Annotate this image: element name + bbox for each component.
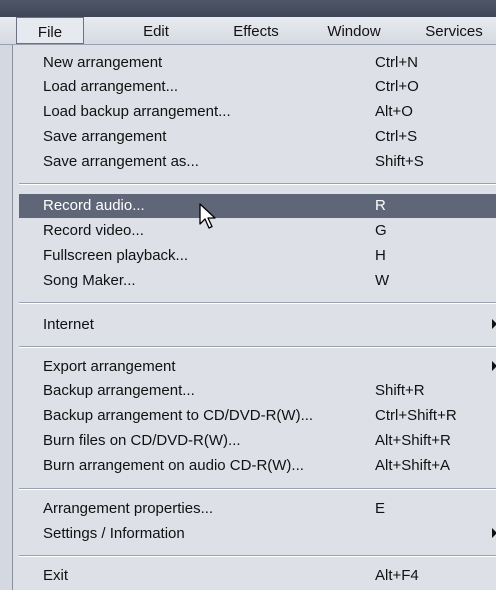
menu-item-label: Load backup arrangement...: [43, 103, 231, 120]
menu-item-shortcut: H: [375, 247, 386, 264]
menu-item-label: Record video...: [43, 222, 144, 239]
menu-item-exit[interactable]: Exit Alt+F4: [19, 564, 496, 588]
menu-item-label: Save arrangement: [43, 128, 167, 145]
menu-edit[interactable]: Edit: [126, 17, 186, 44]
menu-item-label: Internet: [43, 316, 94, 333]
menu-item-fullscreen-playback[interactable]: Fullscreen playback... H: [19, 244, 496, 268]
menu-item-shortcut: Alt+O: [375, 103, 413, 120]
menu-effects[interactable]: Effects: [220, 17, 292, 44]
menu-separator: [19, 183, 496, 185]
menu-item-export-arrangement[interactable]: Export arrangement: [19, 355, 496, 379]
menu-bar: File Edit Effects Window Services: [0, 17, 496, 45]
menu-item-save-arrangement[interactable]: Save arrangement Ctrl+S: [19, 125, 496, 149]
menu-item-shortcut: Ctrl+Shift+R: [375, 407, 457, 424]
mouse-pointer-icon: [199, 203, 216, 229]
menu-item-shortcut: Ctrl+N: [375, 54, 418, 71]
menu-item-label: Export arrangement: [43, 358, 176, 375]
menu-item-shortcut: Shift+S: [375, 153, 424, 170]
menu-item-label: Arrangement properties...: [43, 500, 214, 517]
menu-item-shortcut: Shift+R: [375, 382, 425, 399]
menu-item-new-arrangement[interactable]: New arrangement Ctrl+N: [19, 51, 496, 75]
menu-item-burn-files[interactable]: Burn files on CD/DVD-R(W)... Alt+Shift+R: [19, 429, 496, 453]
menu-item-label: Burn files on CD/DVD-R(W)...: [43, 432, 241, 449]
menu-item-shortcut: Alt+Shift+R: [375, 432, 451, 449]
menu-item-label: Save arrangement as...: [43, 153, 199, 170]
menu-separator: [19, 302, 496, 304]
menu-item-label: Exit: [43, 567, 69, 584]
window-titlebar: [0, 0, 496, 17]
menu-item-label: Burn arrangement on audio CD-R(W)...: [43, 457, 304, 474]
menu-item-label: Fullscreen playback...: [43, 247, 189, 264]
menu-item-shortcut: E: [375, 500, 386, 517]
menu-services[interactable]: Services: [412, 17, 496, 44]
menu-separator: [19, 488, 496, 490]
menu-item-arrangement-properties[interactable]: Arrangement properties... E: [19, 497, 496, 521]
menu-separator: [19, 555, 496, 557]
menu-separator: [19, 346, 496, 348]
menu-item-shortcut: Ctrl+O: [375, 78, 419, 95]
menu-item-shortcut: Alt+Shift+A: [375, 457, 451, 474]
menu-item-label: New arrangement: [43, 54, 163, 71]
menu-item-label: Backup arrangement to CD/DVD-R(W)...: [43, 407, 314, 424]
submenu-arrow-icon: [492, 319, 496, 329]
menu-item-load-arrangement[interactable]: Load arrangement... Ctrl+O: [19, 75, 496, 99]
menu-item-load-backup-arrangement[interactable]: Load backup arrangement... Alt+O: [19, 100, 496, 124]
menu-item-label: Backup arrangement...: [43, 382, 195, 399]
submenu-arrow-icon: [492, 528, 496, 538]
menu-item-settings-information[interactable]: Settings / Information: [19, 522, 496, 546]
menu-file[interactable]: File: [16, 17, 84, 44]
menu-item-shortcut: W: [375, 272, 390, 289]
menu-item-internet[interactable]: Internet: [19, 313, 496, 337]
file-menu-dropdown: New arrangement Ctrl+N Load arrangement.…: [12, 45, 496, 590]
menu-item-label: Song Maker...: [43, 272, 136, 289]
menu-item-shortcut: G: [375, 222, 387, 239]
menu-item-shortcut: Alt+F4: [375, 567, 419, 584]
menu-item-record-video[interactable]: Record video... G: [19, 219, 496, 243]
menu-window[interactable]: Window: [314, 17, 394, 44]
menu-item-song-maker[interactable]: Song Maker... W: [19, 269, 496, 293]
menu-item-record-audio[interactable]: Record audio... R: [19, 194, 496, 218]
menu-item-backup-arrangement[interactable]: Backup arrangement... Shift+R: [19, 379, 496, 403]
menu-item-burn-audio-cd[interactable]: Burn arrangement on audio CD-R(W)... Alt…: [19, 454, 496, 478]
menu-item-label: Settings / Information: [43, 525, 185, 542]
menu-item-backup-arrangement-to-cd[interactable]: Backup arrangement to CD/DVD-R(W)... Ctr…: [19, 404, 496, 428]
menu-item-save-arrangement-as[interactable]: Save arrangement as... Shift+S: [19, 150, 496, 174]
menu-item-label: Load arrangement...: [43, 78, 179, 95]
menu-item-shortcut: Ctrl+S: [375, 128, 418, 145]
menu-item-shortcut: R: [375, 197, 386, 214]
menu-item-label: Record audio...: [43, 197, 145, 214]
submenu-arrow-icon: [492, 361, 496, 371]
